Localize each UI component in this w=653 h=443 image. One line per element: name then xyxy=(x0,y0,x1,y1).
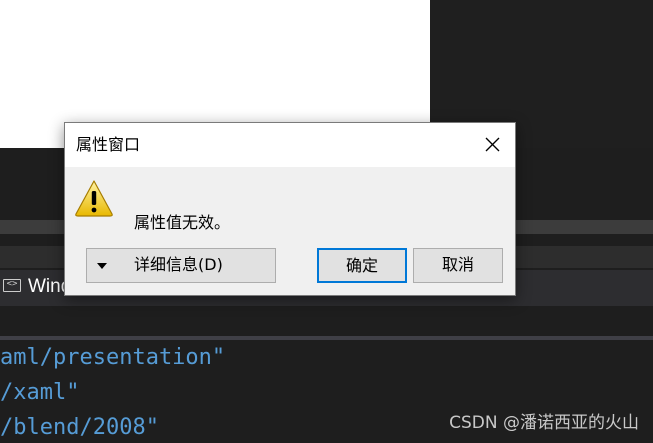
triangle-down-icon xyxy=(97,263,107,269)
cancel-button[interactable]: 取消 xyxy=(413,248,503,283)
close-icon xyxy=(485,137,500,152)
code-line: /xaml" xyxy=(0,380,80,405)
dialog-titlebar: 属性窗口 xyxy=(65,123,515,167)
editor-separator xyxy=(0,336,653,340)
details-button-label: 详细信息(D) xyxy=(134,255,223,274)
xaml-tab-icon: <> xyxy=(3,279,21,292)
dialog-title: 属性窗口 xyxy=(76,135,141,154)
properties-dialog: 属性窗口 属性值无效。 详细信息(D) 确定 取消 xyxy=(64,122,516,296)
dialog-message: 属性值无效。 xyxy=(134,213,231,232)
code-line: aml/presentation" xyxy=(0,345,226,370)
details-button[interactable]: 详细信息(D) xyxy=(86,248,276,283)
ok-button[interactable]: 确定 xyxy=(317,248,407,283)
warning-icon xyxy=(75,180,113,217)
code-line: /blend/2008" xyxy=(0,415,159,440)
close-button[interactable] xyxy=(469,123,515,167)
watermark: CSDN @潘诺西亚的火山 xyxy=(449,413,639,433)
